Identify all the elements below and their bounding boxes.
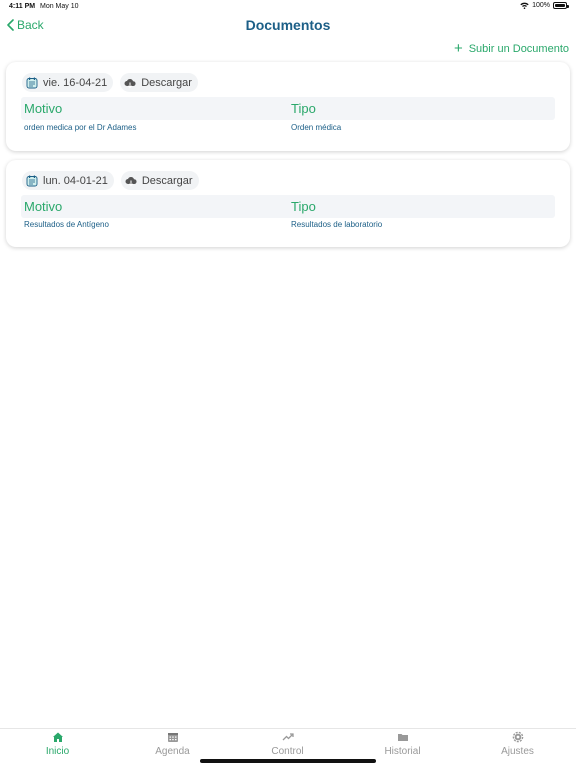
- tab-label: Ajustes: [501, 746, 534, 757]
- tab-label: Historial: [384, 746, 421, 757]
- tab-bar: Inicio Agenda Control Historial Ajustes: [0, 728, 576, 768]
- document-date-chip: lun. 04-01-21: [22, 171, 114, 190]
- home-indicator: [200, 759, 376, 763]
- trend-icon: [282, 733, 294, 741]
- home-icon: [52, 732, 63, 742]
- document-calendar-icon: [26, 175, 38, 186]
- tipo-value: Orden médica: [291, 123, 342, 132]
- download-button[interactable]: Descargar: [120, 73, 198, 92]
- plus-icon: +: [453, 40, 463, 57]
- upload-document-button[interactable]: + Subir un Documento: [453, 40, 569, 57]
- document-card: lun. 04-01-21 Descargar Motivo Tipo Resu…: [6, 160, 570, 247]
- wifi-icon: [520, 2, 529, 9]
- document-card: vie. 16-04-21 Descargar Motivo Tipo orde…: [6, 62, 570, 151]
- info-header-row: Motivo Tipo: [21, 97, 555, 120]
- motivo-value: Resultados de Antígeno: [24, 220, 109, 229]
- download-label: Descargar: [141, 76, 192, 89]
- upload-label: Subir un Documento: [468, 43, 569, 55]
- gear-icon: [512, 731, 523, 743]
- info-header-row: Motivo Tipo: [21, 195, 555, 218]
- document-chips: vie. 16-04-21 Descargar: [22, 73, 198, 92]
- cloud-download-icon: [124, 78, 136, 88]
- page-title: Documentos: [245, 17, 331, 33]
- motivo-header: Motivo: [24, 101, 63, 116]
- tab-inicio[interactable]: Inicio: [0, 729, 115, 768]
- calendar-icon: [167, 733, 178, 742]
- download-label: Descargar: [141, 174, 193, 187]
- cloud-download-icon: [125, 176, 137, 186]
- download-button[interactable]: Descargar: [120, 171, 199, 190]
- motivo-value: orden medica por el Dr Adames: [24, 123, 137, 132]
- status-bar: 4:11 PM Mon May 10 100%: [0, 0, 576, 14]
- status-time: 4:11 PM: [9, 3, 36, 10]
- tab-ajustes[interactable]: Ajustes: [460, 729, 575, 768]
- document-date: lun. 04-01-21: [43, 174, 108, 187]
- document-chips: lun. 04-01-21 Descargar: [22, 171, 199, 190]
- motivo-header: Motivo: [24, 199, 63, 214]
- tipo-header: Tipo: [291, 199, 316, 214]
- battery-icon: [553, 2, 569, 9]
- status-right: 100%: [520, 2, 569, 9]
- tab-label: Control: [271, 746, 304, 757]
- document-date-chip: vie. 16-04-21: [22, 73, 114, 92]
- battery-percent: 100%: [532, 2, 550, 9]
- tab-label: Inicio: [45, 746, 70, 757]
- tipo-value: Resultados de laboratorio: [291, 220, 383, 229]
- document-calendar-icon: [26, 77, 38, 88]
- status-date: Mon May 10: [40, 3, 79, 10]
- tipo-header: Tipo: [291, 101, 316, 116]
- navigation-bar: Back Documentos: [0, 14, 576, 42]
- folder-icon: [397, 734, 408, 741]
- document-date: vie. 16-04-21: [43, 76, 108, 89]
- tab-label: Agenda: [155, 746, 190, 757]
